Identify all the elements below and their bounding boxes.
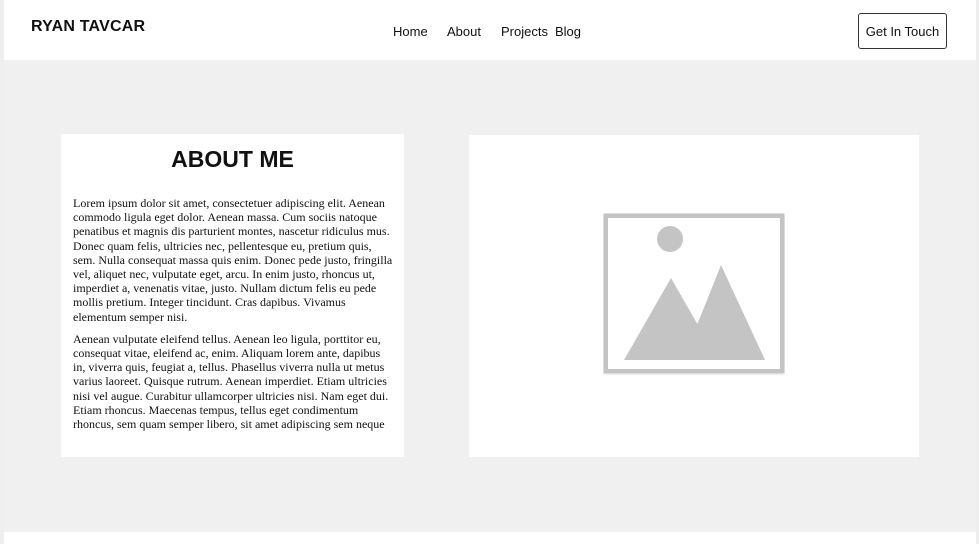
main-nav: Home About Projects Blog [4, 24, 976, 44]
nav-projects-link[interactable]: Projects [501, 24, 548, 39]
get-in-touch-button[interactable]: Get In Touch [858, 13, 947, 49]
about-title: ABOUT ME [171, 146, 294, 172]
about-paragraph: Aenean vulputate eleifend tellus. Aenean… [73, 331, 389, 432]
about-card: ABOUT ME Lorem ipsum dolor sit amet, con… [61, 134, 404, 457]
about-paragraph: Lorem ipsum dolor sit amet, consectetuer… [73, 196, 393, 324]
nav-home-link[interactable]: Home [393, 24, 428, 39]
image-placeholder-icon [603, 213, 785, 374]
nav-blog-link[interactable]: Blog [555, 24, 581, 39]
footer-strip [4, 532, 976, 544]
site-header: RYAN TAVCAR Home About Projects Blog Get… [4, 0, 976, 60]
nav-about-link[interactable]: About [447, 24, 481, 39]
main-section: ABOUT ME Lorem ipsum dolor sit amet, con… [4, 60, 976, 532]
about-text: Lorem ipsum dolor sit amet, consectetuer… [73, 196, 395, 439]
image-card [469, 135, 919, 457]
